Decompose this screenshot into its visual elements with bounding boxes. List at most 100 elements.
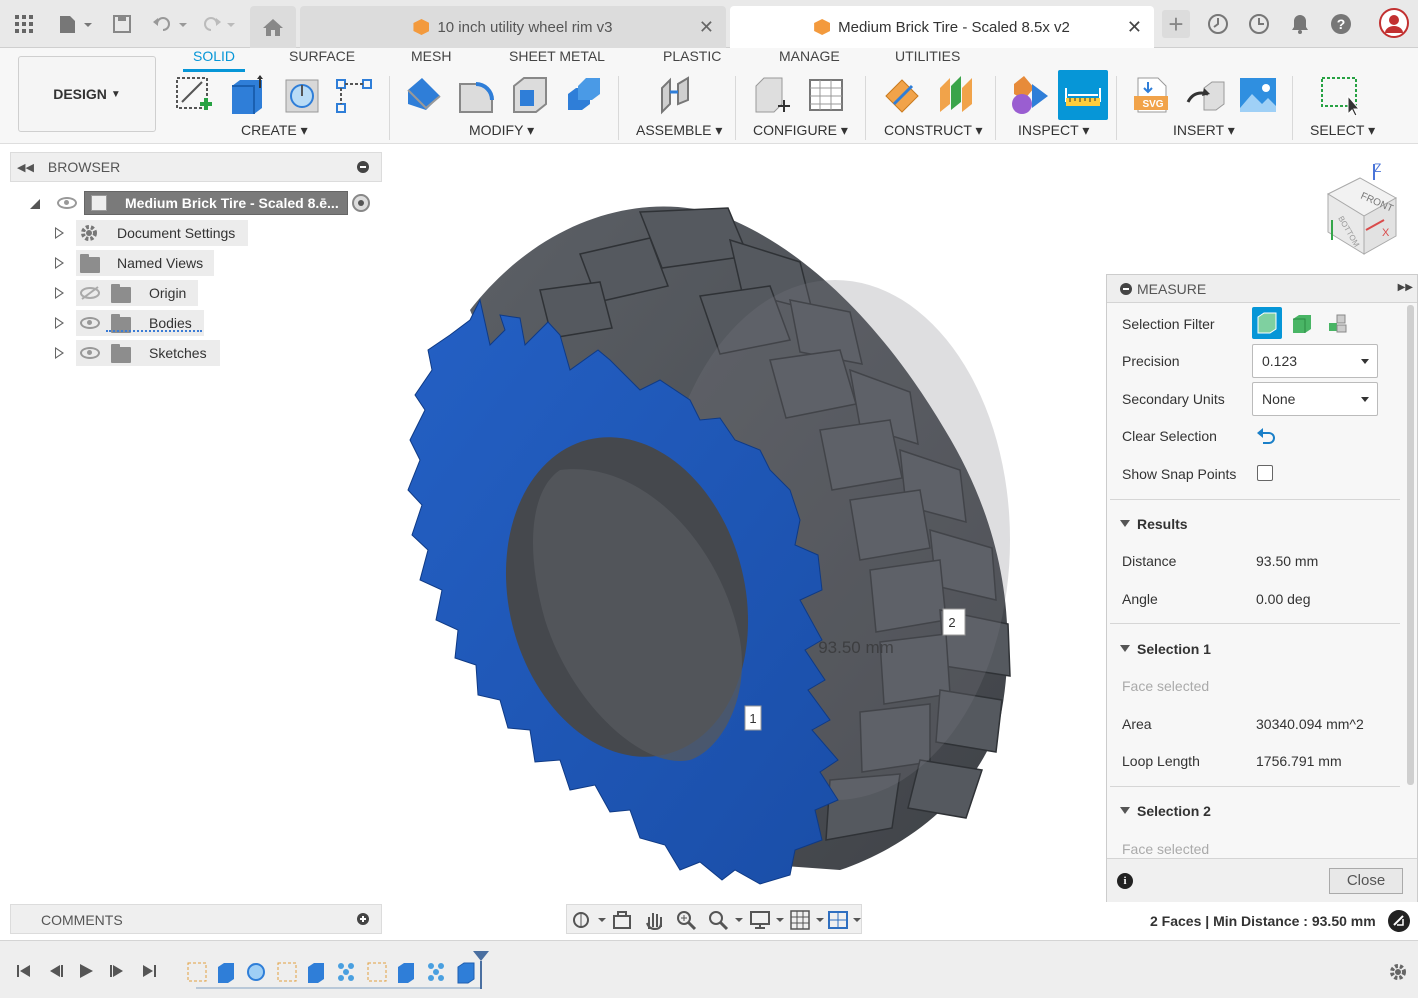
tab-brick-tire[interactable]: Medium Brick Tire - Scaled 8.5x v2 ✕	[730, 6, 1154, 48]
info-icon[interactable]: i	[1117, 873, 1133, 889]
app-grid-icon[interactable]	[10, 10, 38, 38]
interference-icon[interactable]	[1010, 74, 1050, 116]
look-at-icon[interactable]	[611, 910, 633, 930]
pan-hand-icon[interactable]	[643, 909, 665, 931]
activate-component-icon[interactable]	[352, 194, 370, 212]
go-to-end-icon[interactable]	[141, 963, 157, 979]
orbit-icon[interactable]	[571, 910, 607, 930]
insert-canvas-icon[interactable]	[1238, 74, 1278, 116]
zoom-icon[interactable]	[675, 909, 697, 931]
viewcube[interactable]: FRONT BOTTOM Z X	[1318, 158, 1402, 258]
play-icon[interactable]	[78, 963, 94, 979]
save-icon[interactable]	[108, 10, 136, 38]
select-menu[interactable]: SELECT ▾	[1310, 122, 1375, 139]
measure-tool-button[interactable]	[1058, 70, 1108, 120]
expand-arrow-icon[interactable]	[55, 347, 64, 359]
tab-solid[interactable]: SOLID	[182, 48, 246, 72]
grid-settings-icon[interactable]	[789, 909, 825, 931]
collapse-root-icon[interactable]	[30, 196, 40, 209]
timeline-features[interactable]	[186, 961, 486, 985]
construct-menu[interactable]: CONSTRUCT ▾	[884, 122, 983, 139]
job-status-icon[interactable]	[1245, 10, 1273, 38]
collapse-panel-icon[interactable]: ◀◀	[17, 161, 34, 174]
precision-select[interactable]: 0.123	[1252, 344, 1378, 378]
fillet-icon[interactable]	[456, 74, 496, 116]
tab-wheel-rim[interactable]: 10 inch utility wheel rim v3 ✕	[300, 6, 726, 48]
browser-root-node[interactable]: Medium Brick Tire - Scaled 8.ē...	[84, 191, 348, 215]
create-sketch-icon[interactable]	[174, 74, 214, 116]
new-tab-icon[interactable]: +	[1162, 9, 1190, 39]
revolve-icon[interactable]	[282, 74, 322, 116]
selection-2-header[interactable]: Selection 2	[1120, 803, 1211, 819]
window-select-icon[interactable]	[1320, 74, 1360, 116]
tab-mesh[interactable]: MESH	[411, 48, 451, 70]
joint-icon[interactable]	[656, 74, 696, 116]
help-icon[interactable]: ?	[1327, 10, 1355, 38]
insert-menu[interactable]: INSERT ▾	[1173, 122, 1235, 139]
visibility-eye-icon[interactable]	[57, 197, 77, 209]
step-back-icon[interactable]	[48, 963, 64, 979]
expand-arrow-icon[interactable]	[55, 317, 64, 329]
close-tab-icon[interactable]: ✕	[699, 17, 714, 38]
insert-svg-icon[interactable]: SVG	[1132, 74, 1172, 116]
configure-icon[interactable]	[752, 74, 792, 116]
fit-zoom-icon[interactable]	[707, 909, 743, 931]
body-filter-icon[interactable]	[1291, 313, 1313, 335]
midplane-icon[interactable]	[936, 74, 976, 116]
expand-arrow-icon[interactable]	[55, 227, 64, 239]
undo-icon[interactable]	[150, 10, 190, 38]
notifications-bell-icon[interactable]	[1286, 10, 1314, 38]
create-menu[interactable]: CREATE ▾	[241, 122, 308, 139]
display-settings-menu-icon[interactable]	[749, 909, 785, 931]
modify-menu[interactable]: MODIFY ▾	[469, 122, 534, 139]
clear-selection-icon[interactable]	[1255, 425, 1277, 447]
assemble-menu[interactable]: ASSEMBLE ▾	[636, 122, 722, 139]
viewports-icon[interactable]	[827, 909, 863, 931]
show-snap-points-checkbox[interactable]	[1257, 465, 1273, 481]
comments-panel[interactable]: COMMENTS	[10, 904, 382, 934]
visibility-eye-icon[interactable]	[80, 347, 100, 359]
expand-panel-icon[interactable]: ▶▶	[1398, 282, 1413, 293]
browser-panel-header[interactable]: ◀◀ BROWSER	[10, 152, 382, 182]
close-tab-icon[interactable]: ✕	[1127, 17, 1142, 38]
home-tab[interactable]	[250, 6, 296, 48]
secondary-units-select[interactable]: None	[1252, 382, 1378, 416]
workspace-switcher[interactable]: DESIGN ▼	[18, 56, 156, 132]
collapse-icon[interactable]	[1120, 283, 1132, 295]
tab-plastic[interactable]: PLASTIC	[663, 48, 721, 70]
expand-arrow-icon[interactable]	[55, 257, 64, 269]
results-header[interactable]: Results	[1120, 516, 1188, 532]
extrude-icon[interactable]	[228, 74, 268, 116]
create-form-icon[interactable]	[334, 74, 374, 116]
configuration-table-icon[interactable]	[806, 74, 846, 116]
pin-panel-icon[interactable]	[357, 161, 369, 173]
go-to-start-icon[interactable]	[16, 963, 32, 979]
filter-face-button[interactable]	[1252, 307, 1282, 339]
step-forward-icon[interactable]	[109, 963, 125, 979]
user-avatar[interactable]	[1378, 7, 1410, 39]
panel-scrollbar[interactable]	[1407, 305, 1414, 785]
insert-mesh-icon[interactable]	[1186, 74, 1226, 116]
press-pull-icon[interactable]	[404, 74, 444, 116]
tab-manage[interactable]: MANAGE	[779, 48, 840, 70]
offset-plane-icon[interactable]	[882, 74, 922, 116]
measure-panel-header[interactable]: MEASURE ▶▶	[1107, 275, 1417, 303]
timeline-settings-gear-icon[interactable]	[1388, 962, 1408, 982]
display-settings-icon[interactable]	[1388, 910, 1410, 932]
file-menu-icon[interactable]	[56, 10, 94, 38]
combine-icon[interactable]	[564, 74, 604, 116]
close-button[interactable]: Close	[1329, 868, 1403, 894]
3d-viewport[interactable]: 93.50 mm 1 2	[384, 148, 1104, 933]
visibility-eye-icon[interactable]	[80, 317, 100, 329]
extensions-icon[interactable]	[1204, 10, 1232, 38]
tab-surface[interactable]: SURFACE	[289, 48, 355, 70]
expand-arrow-icon[interactable]	[55, 287, 64, 299]
tab-utilities[interactable]: UTILITIES	[895, 48, 960, 70]
redo-icon[interactable]	[198, 10, 238, 38]
configure-menu[interactable]: CONFIGURE ▾	[753, 122, 848, 139]
add-comment-icon[interactable]	[357, 913, 369, 925]
shell-icon[interactable]	[510, 74, 550, 116]
component-filter-icon[interactable]	[1327, 313, 1349, 335]
tab-sheet-metal[interactable]: SHEET METAL	[509, 48, 605, 70]
inspect-menu[interactable]: INSPECT ▾	[1018, 122, 1089, 139]
